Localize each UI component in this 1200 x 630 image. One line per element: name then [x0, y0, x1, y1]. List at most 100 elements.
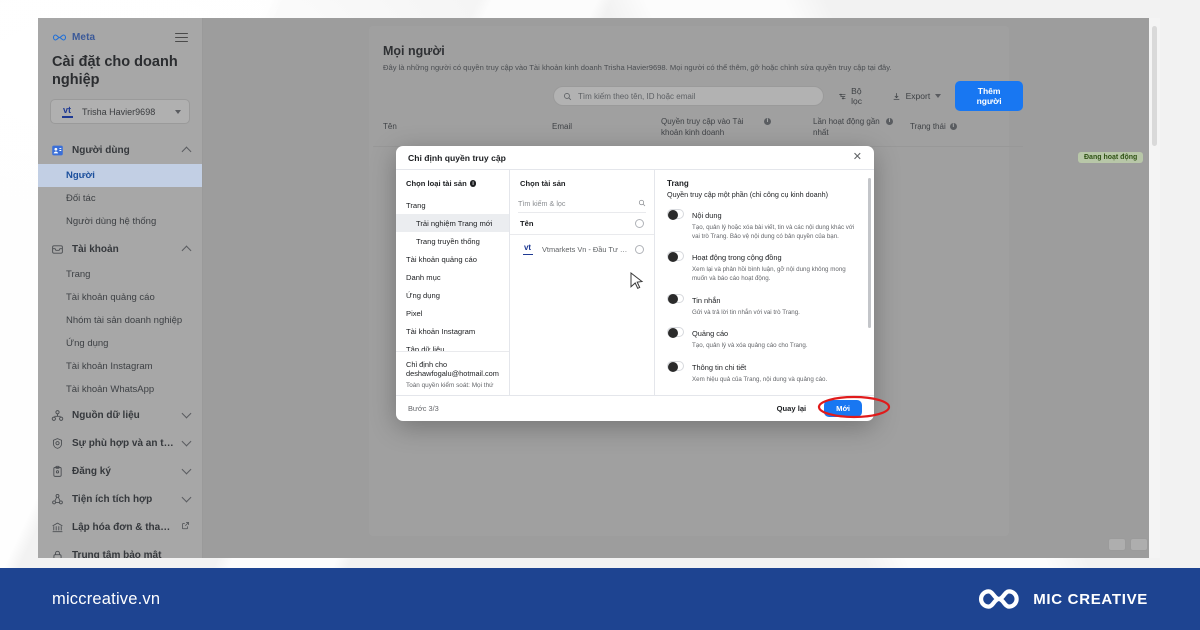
assignee-note: Toàn quyền kiểm soát: Mọi thứ	[406, 382, 494, 389]
sidebar-item-users[interactable]: Người dùng	[38, 136, 202, 164]
meta-logo: Meta	[52, 32, 95, 43]
permission-desc: Xem hiệu quả của Trang, nội dung và quản…	[692, 376, 828, 384]
clipboard-icon	[50, 464, 64, 478]
sidebar-item-data-sources[interactable]: Nguồn dữ liệu	[38, 401, 202, 429]
toggle-insights[interactable]	[667, 361, 684, 372]
asset-type-item-dataset[interactable]: Tập dữ liệu	[396, 340, 509, 352]
modal-header: Chỉ định quyền truy cập ✕	[396, 146, 874, 170]
page-subtitle: Đây là những người có quyền truy cập vào…	[383, 63, 892, 72]
sidebar-item-instagram-accounts[interactable]: Tài khoản Instagram	[38, 355, 202, 378]
asset-select-column: Chọn tài sản Tìm kiếm & lọc Tên vt Vtmar…	[510, 170, 655, 395]
sidebar-item-data-sources-label: Nguồn dữ liệu	[72, 409, 140, 421]
sidebar-item-system-users[interactable]: Người dùng hệ thống	[38, 210, 202, 233]
chevron-up-icon	[181, 146, 192, 157]
bank-icon	[50, 520, 64, 534]
sidebar-item-security-center[interactable]: Trung tâm bảo mật	[38, 541, 202, 558]
sidebar-item-registrations[interactable]: Đăng ký	[38, 457, 202, 485]
asset-type-item-instagram-account[interactable]: Tài khoản Instagram	[396, 322, 509, 340]
nav-sub-accounts: Trang Tài khoản quảng cáo Nhóm tài sản d…	[38, 263, 202, 401]
permission-desc: Tạo, quản lý và xóa quảng cáo cho Trang.	[692, 342, 808, 350]
asset-type-item-new-page-experience[interactable]: Trải nghiệm Trang mới	[396, 214, 509, 232]
back-button[interactable]: Quay lại	[769, 400, 815, 417]
table-pager	[1108, 538, 1148, 551]
sidebar-item-brand-safety-label: Sự phù hợp và an toàn c...	[72, 437, 175, 449]
info-icon[interactable]: i	[949, 123, 957, 130]
brand-logo-group: MIC CREATIVE	[976, 586, 1148, 612]
filter-button[interactable]: Bộ lọc	[834, 86, 878, 106]
permission-row-insights: Thông tin chi tiết Xem hiệu quả của Tran…	[667, 357, 860, 385]
search-icon	[638, 199, 646, 207]
sidebar-item-billing-label: Lập hóa đơn & thanh toán	[72, 521, 173, 533]
page-scrollbar-track[interactable]	[1149, 18, 1160, 558]
toggle-ads[interactable]	[667, 327, 684, 338]
nav-sub-users: Người Đối tác Người dùng hệ thống	[38, 164, 202, 233]
modal-footer: Bước 3/3 Quay lại Mới	[396, 395, 874, 421]
close-icon[interactable]: ✕	[853, 152, 862, 163]
account-logo-icon: vt	[59, 105, 75, 119]
permissions-subtitle: Quyền truy cập một phần (chỉ công cụ kin…	[667, 190, 829, 199]
account-logo-text: vt	[62, 104, 71, 115]
search-input[interactable]: Tìm kiếm theo tên, ID hoặc email	[553, 86, 824, 106]
add-person-button[interactable]: Thêm người	[955, 81, 1023, 111]
info-icon[interactable]: i	[469, 180, 477, 187]
sidebar-item-asset-groups[interactable]: Nhóm tài sản doanh nghiệp	[38, 309, 202, 332]
sidebar-item-people[interactable]: Người	[38, 164, 202, 188]
column-header-name: Tên	[383, 122, 397, 131]
toggle-content[interactable]	[667, 209, 684, 220]
modal-body: Chọn loại tài sản i Trang Trải nghiệm Tr…	[396, 170, 874, 395]
permissions-scrollbar-thumb[interactable]	[868, 178, 871, 328]
info-icon[interactable]: i	[764, 118, 771, 125]
data-sources-icon	[50, 408, 64, 422]
assignee-email: deshawfogalu@hotmail.com	[406, 369, 499, 379]
sidebar-item-partners[interactable]: Đối tác	[38, 187, 202, 210]
asset-logo-icon: vt	[520, 242, 535, 257]
account-switcher[interactable]: vt Trisha Havier9698	[50, 99, 190, 125]
chevron-down-icon	[181, 408, 192, 419]
step-indicator: Bước 3/3	[408, 404, 439, 413]
sidebar-item-pages[interactable]: Trang	[38, 263, 202, 286]
sidebar-item-ad-accounts[interactable]: Tài khoản quảng cáo	[38, 286, 202, 309]
sidebar-item-integrations[interactable]: Tiện ích tích hợp	[38, 485, 202, 513]
toggle-messages[interactable]	[667, 293, 684, 305]
column-header-last-active: Lần hoạt động gần nhất i	[813, 117, 893, 139]
permission-name: Nội dung	[692, 211, 722, 220]
sidebar-item-brand-safety[interactable]: Sự phù hợp và an toàn c...	[38, 429, 202, 457]
sidebar-item-whatsapp-accounts[interactable]: Tài khoản WhatsApp	[38, 378, 202, 401]
sidebar-item-billing[interactable]: Lập hóa đơn & thanh toán	[38, 513, 202, 541]
asset-list-item[interactable]: vt Vtmarkets Vn - Đầu Tư For...	[510, 235, 654, 264]
meta-wordmark: Meta	[72, 32, 96, 43]
asset-type-item-classic-page[interactable]: Trang truyền thống	[396, 232, 509, 250]
external-link-icon	[181, 521, 190, 533]
hamburger-icon[interactable]	[175, 32, 188, 43]
info-icon[interactable]: i	[886, 118, 893, 125]
asset-type-item-pixel[interactable]: Pixel	[396, 304, 509, 322]
page-root: Meta Cài đặt cho doanh nghiệp vt Trisha …	[0, 0, 1200, 630]
page-scrollbar-thumb[interactable]	[1152, 26, 1157, 146]
asset-type-item-page[interactable]: Trang	[396, 196, 509, 214]
toggle-community-activity[interactable]	[667, 251, 684, 262]
asset-type-item-catalog[interactable]: Danh mục	[396, 268, 509, 286]
asset-logo-text: vt	[523, 243, 532, 253]
asset-type-item-app[interactable]: Ứng dụng	[396, 286, 509, 304]
column-header-status: Trạng thái i	[910, 122, 1000, 133]
brand-footer-bar: miccreative.vn MIC CREATIVE	[0, 568, 1200, 630]
asset-type-item-ad-account[interactable]: Tài khoản quảng cáo	[396, 250, 509, 268]
chevron-down-icon	[935, 94, 942, 98]
export-button[interactable]: Export	[888, 91, 946, 101]
sidebar-item-accounts[interactable]: Tài khoản	[38, 235, 202, 263]
permission-name: Quảng cáo	[692, 329, 729, 339]
select-all-radio[interactable]	[635, 219, 644, 228]
pager-next-button[interactable]	[1130, 538, 1148, 551]
chevron-up-icon	[181, 245, 192, 256]
assignee-summary: Chỉ định cho deshawfogalu@hotmail.com To…	[396, 351, 509, 395]
asset-search-input[interactable]: Tìm kiếm & lọc	[518, 196, 646, 213]
permissions-title: Trang	[667, 179, 689, 188]
pager-prev-button[interactable]	[1108, 538, 1126, 551]
permission-row-community-activity: Hoạt động trong cộng đồng Xem lại và phả…	[667, 247, 860, 283]
sidebar-item-integrations-label: Tiện ích tích hợp	[72, 493, 153, 505]
permission-desc: Xem lại và phản hồi bình luận, gỡ nội du…	[692, 266, 846, 283]
status-badge: Đang hoạt động	[1078, 152, 1144, 163]
next-button[interactable]: Mới	[824, 400, 862, 417]
asset-select-radio[interactable]	[635, 245, 644, 254]
sidebar-item-apps[interactable]: Ứng dụng	[38, 332, 202, 355]
